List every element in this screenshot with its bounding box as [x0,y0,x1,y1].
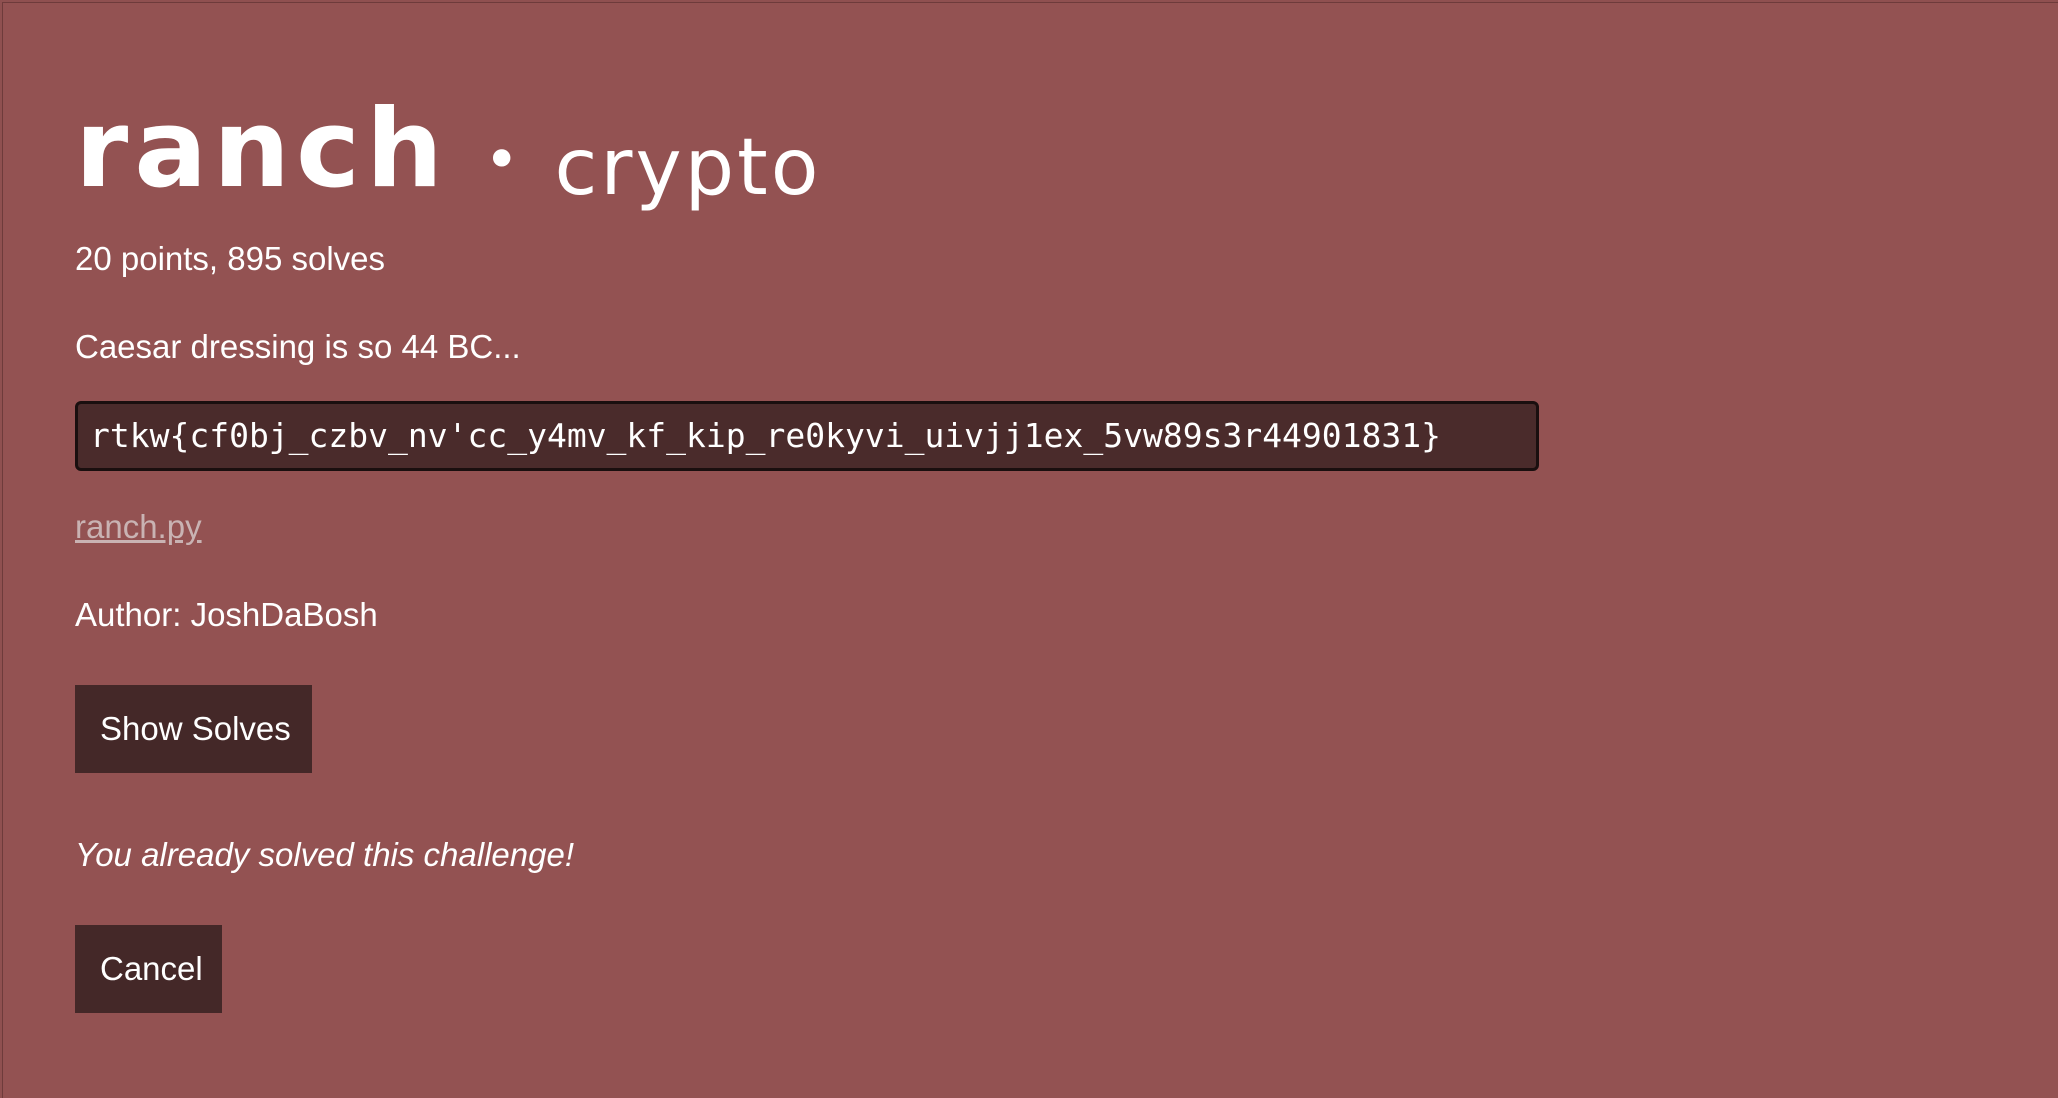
challenge-title: ranch • crypto [75,87,821,214]
title-separator: • [484,125,520,195]
challenge-name: ranch [75,87,449,212]
challenge-modal: ranch • crypto 20 points, 895 solves Cae… [2,2,2058,1098]
show-solves-button[interactable]: Show Solves [75,685,312,773]
ciphertext-code-block[interactable]: rtkw{cf0bj_czbv_nv'cc_y4mv_kf_kip_re0kyv… [75,401,1539,471]
challenge-description: Caesar dressing is so 44 BC... [75,328,521,365]
attachment-link[interactable]: ranch.py [75,505,202,549]
cancel-button[interactable]: Cancel [75,925,222,1013]
challenge-points-solves: 20 points, 895 solves [75,240,386,277]
solved-status-message: You already solved this challenge! [75,836,574,873]
challenge-category: crypto [554,123,822,213]
challenge-author: Author: JoshDaBosh [75,596,378,633]
